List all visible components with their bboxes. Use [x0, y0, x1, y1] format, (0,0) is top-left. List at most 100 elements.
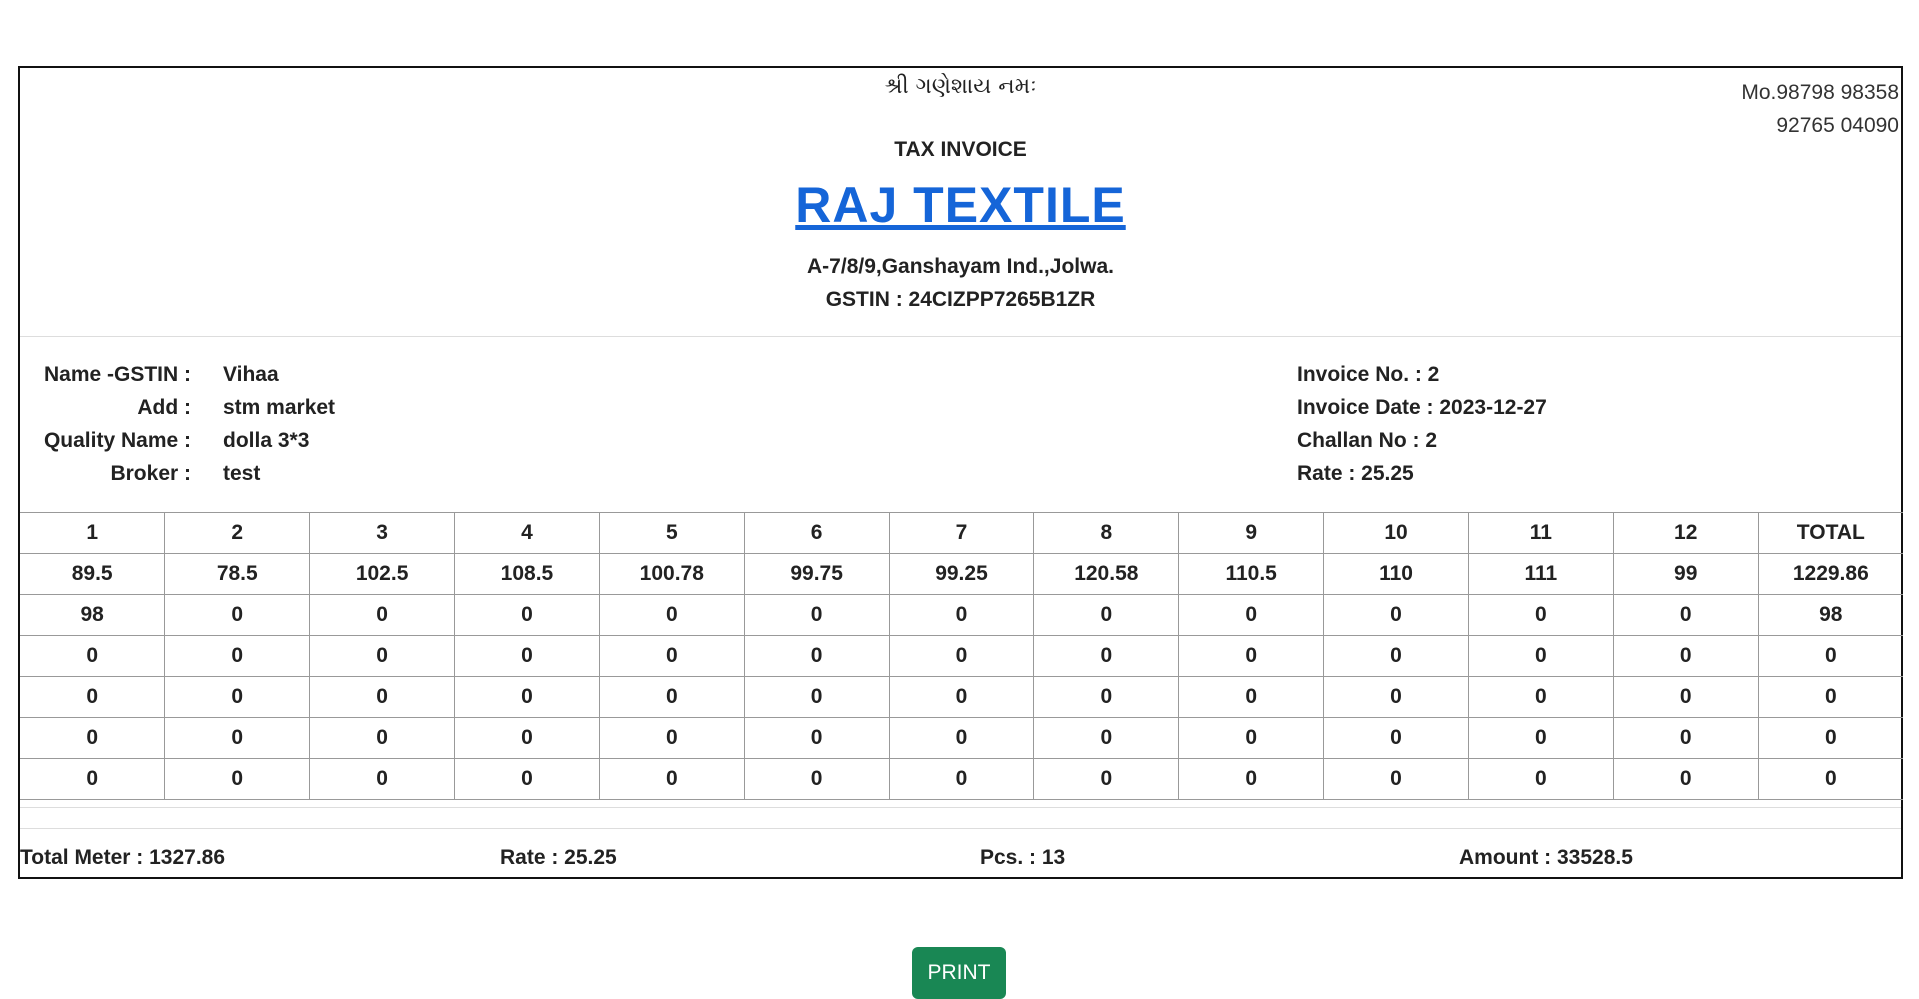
company-address-block: A-7/8/9,Ganshayam Ind.,Jolwa. GSTIN : 24…	[20, 250, 1901, 316]
table-cell: 0	[1612, 594, 1759, 636]
table-cell: 0	[1033, 758, 1180, 800]
blessing-text: શ્રી ગણેશાય નમઃ	[884, 74, 1037, 99]
table-cell: 0	[1467, 717, 1614, 759]
table-cell: 99	[1612, 553, 1759, 595]
footer-divider-top	[20, 807, 1901, 808]
table-cell: 0	[309, 594, 456, 636]
table-row: 0000000000000	[20, 676, 1903, 718]
table-cell: 99.75	[743, 553, 890, 595]
table-cell: 0	[1612, 676, 1759, 718]
header-divider	[20, 336, 1901, 337]
table-cell: 0	[1757, 758, 1903, 800]
table-header-cell: 3	[309, 512, 456, 554]
table-cell: 0	[1178, 594, 1325, 636]
table-cell: 0	[888, 758, 1035, 800]
table-cell: 0	[309, 676, 456, 718]
table-header-cell: 1	[20, 512, 166, 554]
table-cell: 0	[1178, 635, 1325, 677]
table-cell: 0	[20, 758, 166, 800]
table-cell: 0	[743, 676, 890, 718]
table-header-cell: 7	[888, 512, 1035, 554]
table-cell: 0	[1178, 676, 1325, 718]
table-cell: 98	[1757, 594, 1903, 636]
table-row: 0000000000000	[20, 758, 1903, 800]
table-cell: 0	[1467, 676, 1614, 718]
table-cell: 98	[20, 594, 166, 636]
table-row: 0000000000000	[20, 635, 1903, 677]
invoice-container: શ્રી ગણેશાય નમઃ Mo.98798 98358 92765 040…	[18, 66, 1903, 879]
table-cell: 89.5	[20, 553, 166, 595]
quality-row: Quality Name : dolla 3*3	[20, 424, 335, 457]
table-header-cell: 5	[598, 512, 745, 554]
table-header-cell: 4	[454, 512, 600, 554]
table-cell: 0	[164, 594, 311, 636]
table-cell: 111	[1467, 553, 1614, 595]
table-cell: 0	[1033, 594, 1180, 636]
party-name-row: Name -GSTIN : Vihaa	[20, 358, 335, 391]
total-pcs: Pcs. : 13	[980, 846, 1066, 869]
party-details: Name -GSTIN : Vihaa Add : stm market Qua…	[20, 358, 335, 490]
table-cell: 0	[164, 758, 311, 800]
table-cell: 1229.86	[1757, 553, 1903, 595]
print-button[interactable]: PRINT	[912, 947, 1006, 999]
table-header-cell: 10	[1323, 512, 1469, 554]
table-cell: 0	[1612, 635, 1759, 677]
table-cell: 0	[598, 635, 745, 677]
table-cell: 0	[164, 676, 311, 718]
company-name: RAJ TEXTILE	[795, 177, 1126, 233]
mobile-numbers: Mo.98798 98358 92765 04090	[1741, 76, 1899, 142]
table-cell: 0	[1612, 717, 1759, 759]
table-cell: 0	[454, 676, 600, 718]
table-cell: 0	[454, 717, 600, 759]
table-cell: 0	[1467, 635, 1614, 677]
table-cell: 0	[598, 758, 745, 800]
invoice-meta: Invoice No. : 2 Invoice Date : 2023-12-2…	[1297, 358, 1547, 490]
table-cell: 0	[1033, 635, 1180, 677]
table-cell: 78.5	[164, 553, 311, 595]
table-cell: 0	[743, 758, 890, 800]
table-cell: 100.78	[598, 553, 745, 595]
table-cell: 0	[1323, 594, 1469, 636]
table-cell: 0	[888, 594, 1035, 636]
broker-value: test	[223, 462, 261, 485]
table-header-cell: 11	[1467, 512, 1614, 554]
table-cell: 0	[1323, 758, 1469, 800]
broker-label: Broker :	[110, 462, 191, 485]
total-amount: Amount : 33528.5	[1459, 846, 1633, 869]
party-address-label: Add :	[137, 396, 191, 419]
quality-label: Quality Name :	[43, 429, 191, 452]
table-cell: 0	[309, 758, 456, 800]
total-rate: Rate : 25.25	[500, 846, 617, 869]
table-cell: 102.5	[309, 553, 456, 595]
party-address-value: stm market	[223, 396, 336, 419]
table-cell: 0	[1467, 594, 1614, 636]
table-cell: 0	[164, 635, 311, 677]
table-cell: 0	[743, 594, 890, 636]
doc-type-title: TAX INVOICE	[894, 138, 1027, 161]
mobile-line-1: Mo.98798 98358	[1741, 81, 1899, 104]
table-cell: 0	[1178, 717, 1325, 759]
party-address-row: Add : stm market	[20, 391, 335, 424]
total-meter: Total Meter : 1327.86	[20, 846, 226, 869]
table-header-row: 1 2 3 4 5 6 7 8 9 10 11 12 TOTAL	[20, 512, 1903, 554]
footer-divider	[20, 828, 1901, 829]
table-cell: 0	[164, 717, 311, 759]
invoice-rate: Rate : 25.25	[1297, 462, 1414, 485]
table-cell: 0	[1467, 758, 1614, 800]
table-cell: 0	[1323, 635, 1469, 677]
table-row: 0000000000000	[20, 717, 1903, 759]
table-cell: 0	[888, 635, 1035, 677]
table-cell: 0	[743, 635, 890, 677]
table-body: 89.5 78.5 102.5 108.5 100.78 99.75 99.25 120.58…	[20, 553, 1903, 800]
table-cell: 0	[1033, 676, 1180, 718]
meter-table: 1 2 3 4 5 6 7 8 9 10 11 12 TOTAL 89.5 78.5 102.5 108.5 1…	[20, 512, 1903, 800]
table-cell: 0	[454, 758, 600, 800]
table-cell: 0	[1323, 717, 1469, 759]
table-header-cell: 8	[1033, 512, 1180, 554]
company-address: A-7/8/9,Ganshayam Ind.,Jolwa.	[807, 255, 1114, 278]
broker-row: Broker : test	[20, 457, 335, 490]
challan-number: Challan No : 2	[1297, 429, 1438, 452]
party-name-value: Vihaa	[223, 363, 279, 386]
table-cell: 0	[1033, 717, 1180, 759]
invoice-number: Invoice No. : 2	[1297, 363, 1440, 386]
